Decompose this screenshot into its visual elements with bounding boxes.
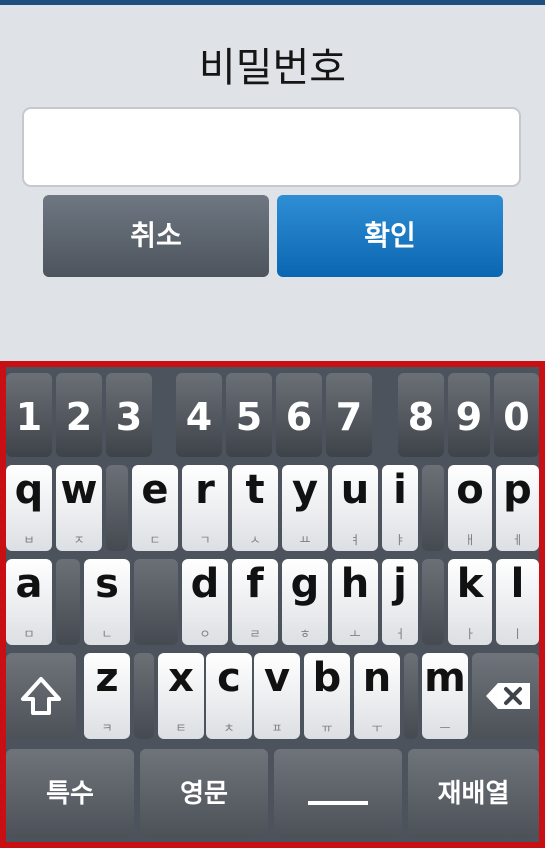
key-y[interactable]: yㅛ xyxy=(282,465,328,551)
key-m[interactable]: mㅡ xyxy=(422,653,468,739)
key-2[interactable]: 2 xyxy=(56,373,102,457)
key-0[interactable]: 0 xyxy=(494,373,539,457)
special-chars-key[interactable]: 특수 xyxy=(6,749,134,839)
key-c[interactable]: cㅊ xyxy=(206,653,252,739)
key-z[interactable]: zㅋ xyxy=(84,653,130,739)
key-n[interactable]: nㅜ xyxy=(354,653,400,739)
backspace-x-icon xyxy=(486,683,530,709)
password-dialog: 비밀번호 취소 확인 xyxy=(0,5,545,361)
keyboard-highlight-frame: 1 2 3 4 5 6 7 8 9 0 qㅂ wㅈ eㄷ rㄱ tㅅ yㅛ uㅕ… xyxy=(0,361,545,848)
key-k[interactable]: kㅏ xyxy=(448,559,492,645)
keyboard-gap xyxy=(56,559,80,645)
key-h[interactable]: hㅗ xyxy=(332,559,378,645)
key-o[interactable]: oㅐ xyxy=(448,465,492,551)
key-p[interactable]: pㅔ xyxy=(496,465,539,551)
cancel-button[interactable]: 취소 xyxy=(43,195,269,277)
key-g[interactable]: gㅎ xyxy=(282,559,328,645)
confirm-button[interactable]: 확인 xyxy=(277,195,503,277)
key-9[interactable]: 9 xyxy=(448,373,490,457)
keyboard-gap xyxy=(422,465,444,551)
key-8[interactable]: 8 xyxy=(398,373,444,457)
keyboard-gap xyxy=(134,653,154,739)
backspace-key[interactable] xyxy=(472,653,539,739)
space-bar-icon xyxy=(308,801,368,805)
shift-arrow-icon xyxy=(21,677,61,715)
key-v[interactable]: vㅍ xyxy=(254,653,300,739)
key-x[interactable]: xㅌ xyxy=(158,653,204,739)
key-b[interactable]: bㅠ xyxy=(304,653,350,739)
key-5[interactable]: 5 xyxy=(226,373,272,457)
key-f[interactable]: fㄹ xyxy=(232,559,278,645)
keyboard: 1 2 3 4 5 6 7 8 9 0 qㅂ wㅈ eㄷ rㄱ tㅅ yㅛ uㅕ… xyxy=(6,367,539,842)
key-7[interactable]: 7 xyxy=(326,373,372,457)
key-u[interactable]: uㅕ xyxy=(332,465,378,551)
password-input[interactable] xyxy=(22,107,521,187)
key-i[interactable]: iㅑ xyxy=(382,465,418,551)
shift-key[interactable] xyxy=(6,653,76,739)
key-l[interactable]: lㅣ xyxy=(496,559,539,645)
key-6[interactable]: 6 xyxy=(276,373,322,457)
keyboard-gap xyxy=(404,653,418,739)
key-a[interactable]: aㅁ xyxy=(6,559,52,645)
dialog-title: 비밀번호 xyxy=(198,45,347,91)
language-key[interactable]: 영문 xyxy=(140,749,268,839)
key-s[interactable]: sㄴ xyxy=(84,559,130,645)
key-e[interactable]: eㄷ xyxy=(132,465,178,551)
keyboard-gap xyxy=(106,465,128,551)
key-3[interactable]: 3 xyxy=(106,373,152,457)
key-4[interactable]: 4 xyxy=(176,373,222,457)
keyboard-gap xyxy=(134,559,178,645)
keyboard-gap xyxy=(422,559,444,645)
space-key[interactable] xyxy=(274,749,402,839)
key-w[interactable]: wㅈ xyxy=(56,465,102,551)
rearrange-key[interactable]: 재배열 xyxy=(408,749,539,839)
key-r[interactable]: rㄱ xyxy=(182,465,228,551)
key-t[interactable]: tㅅ xyxy=(232,465,278,551)
key-d[interactable]: dㅇ xyxy=(182,559,228,645)
key-q[interactable]: qㅂ xyxy=(6,465,52,551)
key-1[interactable]: 1 xyxy=(6,373,52,457)
key-j[interactable]: jㅓ xyxy=(382,559,418,645)
